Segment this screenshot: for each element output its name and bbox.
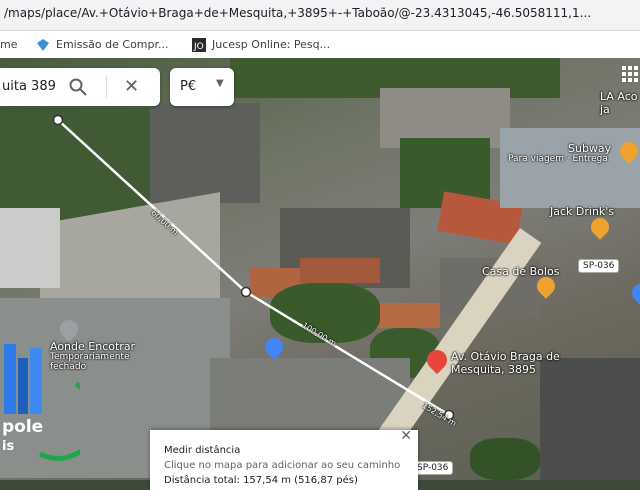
- destination-name-line2: Mesquita, 3895: [451, 363, 537, 376]
- bookmark-emissao[interactable]: Emissão de Compr...: [36, 38, 169, 52]
- bookmark-label: me: [0, 38, 18, 51]
- search-box[interactable]: uita 389 ✕: [0, 68, 160, 106]
- measure-hint: Clique no mapa para adicionar ao seu cam…: [164, 460, 401, 471]
- close-icon[interactable]: ✕: [400, 428, 412, 444]
- bookmark-jucesp[interactable]: JO Jucesp Online: Pesq...: [192, 38, 330, 52]
- place-label-jack[interactable]: Jack Drink's: [550, 205, 614, 218]
- bookmark-label: Emissão de Compr...: [56, 38, 169, 51]
- diamond-icon: [36, 38, 50, 52]
- measure-title: Medir distância: [164, 445, 241, 456]
- place-subtitle-subway: Para viagem · Entrega: [508, 154, 608, 164]
- search-divider: [106, 76, 107, 98]
- chevron-down-icon: ▼: [216, 78, 224, 89]
- address-bar[interactable]: /maps/place/Av.+Otávio+Braga+de+Mesquita…: [0, 0, 640, 31]
- place-label-la[interactable]: LA Aco ja: [600, 90, 638, 116]
- place-name: LA Aco: [600, 90, 638, 103]
- destination-name: Av. Otávio Braga de: [451, 350, 560, 363]
- bookmark-label: Jucesp Online: Pesq...: [212, 38, 331, 51]
- search-input[interactable]: uita 389: [2, 79, 56, 94]
- road-shield: SP-036: [578, 259, 620, 273]
- jucesp-icon: JO: [192, 38, 206, 52]
- url-text[interactable]: /maps/place/Av.+Otávio+Braga+de+Mesquita…: [4, 6, 591, 20]
- bookmarks-bar: me Emissão de Compr... JO Jucesp Online:…: [0, 31, 640, 59]
- close-icon[interactable]: ✕: [124, 76, 139, 97]
- road-shield: SP-036: [412, 461, 454, 475]
- apps-grid-icon[interactable]: [622, 66, 638, 82]
- measure-distance-panel: Medir distância ✕ Clique no mapa para ad…: [150, 428, 418, 490]
- measure-total: Distância total: 157,54 m (516,87 pés): [164, 475, 358, 486]
- filter-dropdown[interactable]: P€ ▼: [170, 68, 234, 106]
- svg-text:is: is: [2, 439, 14, 454]
- destination-label[interactable]: Av. Otávio Braga de Mesquita, 3895: [451, 350, 560, 376]
- place-name-line2: ja: [600, 103, 610, 116]
- svg-text:JO: JO: [193, 42, 204, 52]
- filter-label: P€: [180, 79, 197, 94]
- bookmark-home[interactable]: me: [0, 38, 17, 51]
- search-icon[interactable]: [68, 77, 88, 97]
- svg-text:pole: pole: [2, 417, 43, 437]
- satellite-map[interactable]: 60,00 m 100,00 m 152,54 m LA Aco ja Subw…: [0, 58, 640, 480]
- watermark-logo: pole is: [2, 344, 80, 461]
